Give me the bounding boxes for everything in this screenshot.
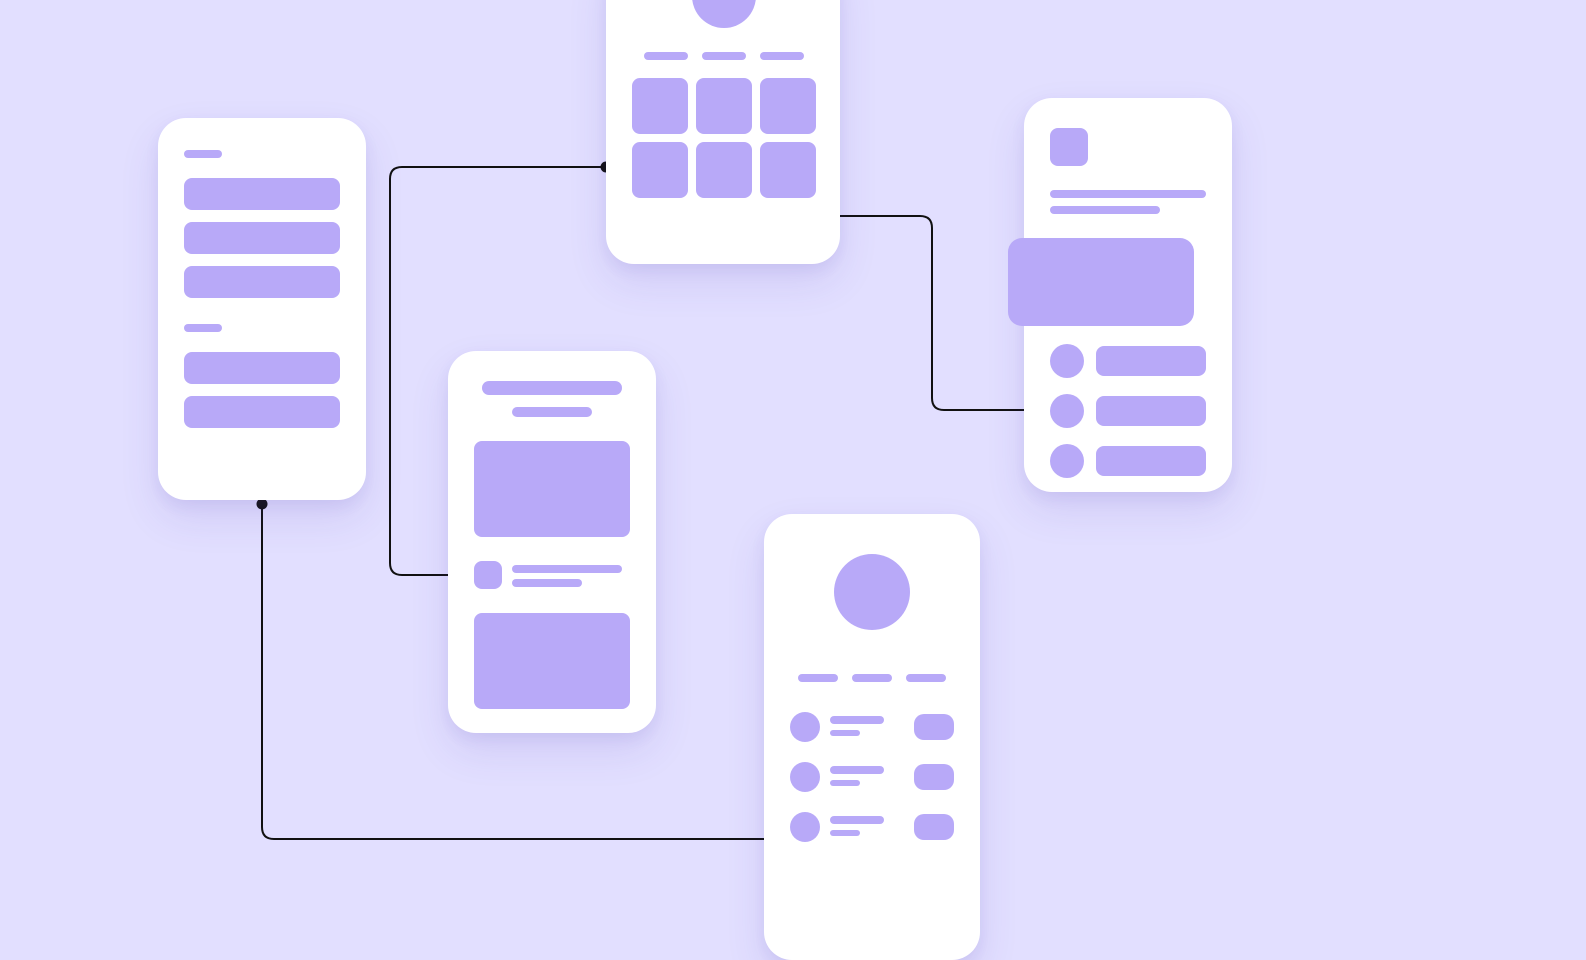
item-avatar-3 — [790, 812, 820, 842]
tab-2 — [702, 52, 746, 60]
item-line-2b — [830, 780, 860, 786]
image-block-1 — [474, 441, 630, 537]
stat-3 — [906, 674, 946, 682]
tab-1 — [644, 52, 688, 60]
item-avatar-1 — [790, 712, 820, 742]
text-line-1 — [512, 565, 622, 573]
row-bar-2 — [1096, 396, 1206, 426]
row-avatar-2 — [1050, 394, 1084, 428]
stat-2 — [852, 674, 892, 682]
list-row-5 — [184, 396, 340, 428]
grid-cell-2 — [696, 78, 752, 134]
list-row-3 — [184, 266, 340, 298]
heading-line-2 — [1050, 206, 1160, 214]
grid-screen — [606, 0, 840, 264]
hero-card — [1008, 238, 1194, 326]
grid-cell-4 — [632, 142, 688, 198]
profile-avatar — [834, 554, 910, 630]
item-avatar-2 — [790, 762, 820, 792]
row-bar-1 — [1096, 346, 1206, 376]
grid-cell-1 — [632, 78, 688, 134]
row-avatar-3 — [1050, 444, 1084, 478]
avatar — [692, 0, 756, 28]
A-to-E-endpoint — [257, 499, 268, 510]
item-chip-2 — [914, 764, 954, 790]
profile-screen — [764, 514, 980, 960]
heading-line-1 — [1050, 190, 1206, 198]
row-avatar-1 — [1050, 344, 1084, 378]
stat-1 — [798, 674, 838, 682]
list-screen — [158, 118, 366, 500]
B-to-D — [818, 216, 1036, 410]
feed-screen — [448, 351, 656, 733]
grid-cell-6 — [760, 142, 816, 198]
image-block-2 — [474, 613, 630, 709]
text-line-2 — [512, 579, 582, 587]
item-chip-3 — [914, 814, 954, 840]
wireframe-flow-canvas — [0, 0, 1586, 960]
row-bar-3 — [1096, 446, 1206, 476]
grid-cell-5 — [696, 142, 752, 198]
list-row-2 — [184, 222, 340, 254]
grid-cell-3 — [760, 78, 816, 134]
item-line-2a — [830, 766, 884, 774]
item-line-3a — [830, 816, 884, 824]
small-label-1 — [184, 150, 222, 158]
item-line-3b — [830, 830, 860, 836]
list-row-4 — [184, 352, 340, 384]
thumb-icon — [474, 561, 502, 589]
small-label-2 — [184, 324, 222, 332]
item-chip-1 — [914, 714, 954, 740]
item-line-1b — [830, 730, 860, 736]
title-bar-1 — [482, 381, 622, 395]
item-line-1a — [830, 716, 884, 724]
detail-screen — [1024, 98, 1232, 492]
subtitle-bar — [512, 407, 592, 417]
tab-3 — [760, 52, 804, 60]
app-icon — [1050, 128, 1088, 166]
list-row-1 — [184, 178, 340, 210]
